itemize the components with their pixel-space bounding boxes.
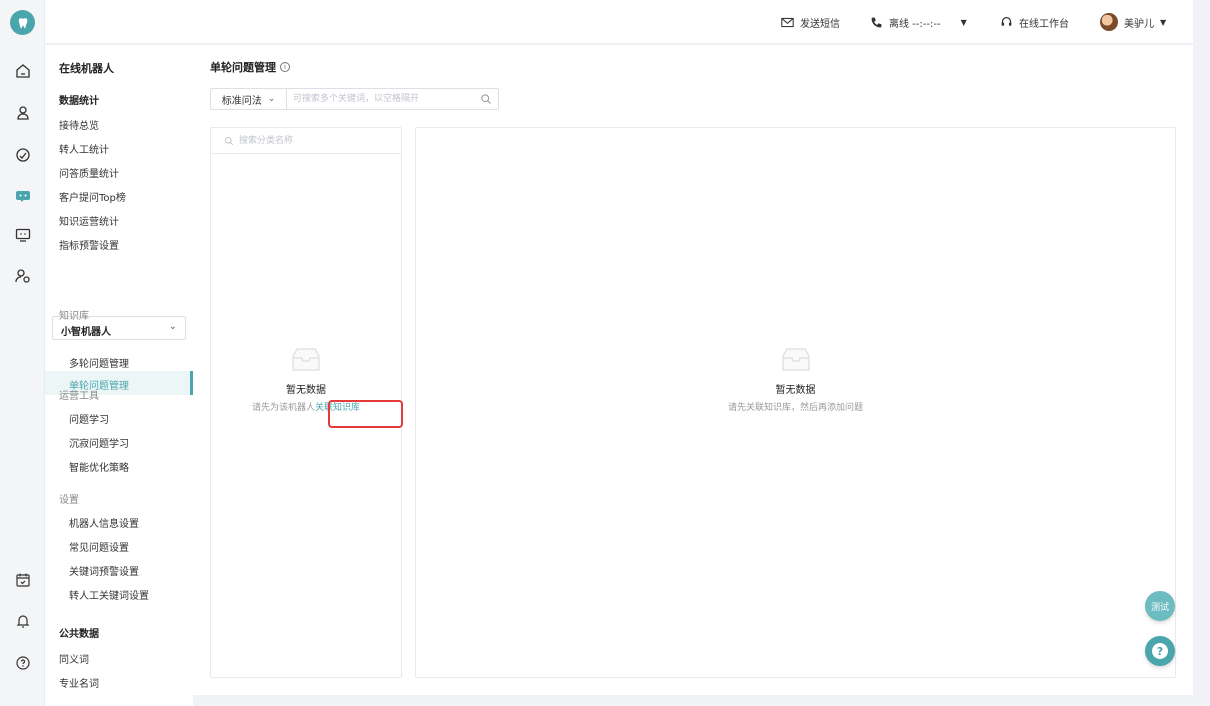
main-content: 单轮问题管理 i 标准问法 ⌄ 暂无数据 请先为该机器人关联知识库 暂无数据 请… (193, 45, 1193, 695)
test-label: 测试 (1150, 602, 1169, 613)
avatar (1100, 13, 1118, 31)
robot-select-value: 小智机器人 (61, 327, 111, 338)
sidebar-head-knowledge: 知识库 (59, 311, 89, 322)
help-button[interactable]: ? (1145, 636, 1175, 666)
logo-icon[interactable] (10, 10, 35, 35)
mail-icon (781, 17, 794, 27)
empty-title: 暂无数据 (286, 385, 326, 396)
sidebar: 在线机器人 数据统计 接待总览 转人工统计 问答质量统计 客户提问Top榜 知识… (45, 45, 193, 706)
top-bar: 发送短信 离线 --:--:-- ▼ 在线工作台 美驴儿 ▼ (45, 0, 1193, 44)
empty-inbox-icon (781, 348, 810, 371)
help-circle-icon[interactable] (12, 652, 33, 673)
sidebar-head-ops: 运营工具 (59, 391, 99, 402)
empty-inbox-icon (292, 348, 320, 371)
user-menu[interactable]: 美驴儿 ▼ (1100, 0, 1166, 44)
user-settings-icon[interactable] (12, 265, 33, 286)
empty-title: 暂无数据 (775, 385, 816, 396)
chevron-down-icon: ⌄ (267, 94, 276, 104)
question-filter: 标准问法 ⌄ (210, 88, 499, 110)
sidebar-item-alert-settings[interactable]: 指标预警设置 (59, 237, 119, 252)
sidebar-item-dormant-learning[interactable]: 沉寂问题学习 (69, 435, 129, 450)
send-sms-button[interactable]: 发送短信 (781, 0, 840, 44)
sidebar-section-stats: 数据统计 (59, 96, 99, 107)
sidebar-item-multi-turn[interactable]: 多轮问题管理 (69, 355, 129, 370)
query-type-value: 标准问法 (221, 95, 262, 107)
monitor-icon[interactable] (12, 224, 33, 245)
phone-icon (871, 17, 882, 27)
caret-down-icon: ▼ (960, 17, 967, 27)
customer-icon[interactable] (12, 102, 33, 123)
query-type-select[interactable]: 标准问法 ⌄ (211, 89, 287, 109)
question-search-input[interactable] (293, 92, 473, 106)
sidebar-item-transfer-keywords[interactable]: 转人工关键词设置 (69, 587, 149, 602)
search-icon[interactable] (480, 93, 492, 105)
page-title: 单轮问题管理 i (210, 59, 290, 75)
sidebar-section-public: 公共数据 (59, 629, 99, 640)
bell-icon[interactable] (12, 610, 33, 631)
sidebar-item-faq[interactable]: 常见问题设置 (69, 539, 129, 554)
sidebar-item-synonyms[interactable]: 同义词 (59, 651, 89, 666)
sidebar-item-keyword-alert[interactable]: 关键词预警设置 (69, 563, 139, 578)
sidebar-item-optimization[interactable]: 智能优化策略 (69, 459, 129, 474)
sidebar-item-qa-quality[interactable]: 问答质量统计 (59, 165, 119, 180)
category-search-input[interactable] (239, 134, 389, 148)
sidebar-head-settings: 设置 (59, 495, 79, 506)
chevron-down-icon: ⌄ (168, 321, 177, 332)
test-button[interactable]: 测试 (1145, 591, 1175, 621)
search-icon (225, 137, 234, 146)
send-sms-label: 发送短信 (800, 18, 840, 30)
status-dropdown[interactable]: 离线 --:--:-- ▼ (870, 0, 967, 44)
dashboard-icon[interactable] (12, 144, 33, 165)
question-icon: ? (1152, 643, 1168, 659)
category-search (211, 128, 401, 154)
question-list-panel: 暂无数据 请先关联知识库，然后再添加问题 (415, 127, 1176, 678)
right-gutter (1193, 0, 1210, 706)
workbench-button[interactable]: 在线工作台 (1000, 0, 1069, 44)
sidebar-item-top-questions[interactable]: 客户提问Top榜 (59, 189, 126, 204)
sidebar-item-robot-info[interactable]: 机器人信息设置 (69, 515, 139, 530)
empty-desc-text: 请先为该机器人 (251, 403, 315, 413)
sidebar-item-knowledge-ops[interactable]: 知识运营统计 (59, 213, 119, 228)
robot-icon[interactable] (12, 185, 33, 206)
sidebar-title: 在线机器人 (59, 62, 114, 75)
category-panel: 暂无数据 请先为该机器人关联知识库 (210, 127, 403, 678)
caret-down-icon: ▼ (1160, 17, 1167, 27)
workbench-label: 在线工作台 (1019, 18, 1069, 30)
sidebar-item-question-learning[interactable]: 问题学习 (69, 411, 109, 426)
icon-rail (0, 0, 45, 706)
status-label: 离线 --:--:-- (889, 18, 941, 30)
calendar-icon[interactable] (12, 569, 33, 590)
sidebar-item-terms[interactable]: 专业名词 (59, 675, 99, 690)
home-icon[interactable] (12, 60, 33, 81)
info-icon[interactable]: i (280, 62, 290, 72)
sidebar-item-transfer-stats[interactable]: 转人工统计 (59, 141, 109, 156)
user-name: 美驴儿 (1124, 18, 1154, 30)
question-empty-state: 暂无数据 请先关联知识库，然后再添加问题 (416, 346, 1175, 413)
empty-desc: 请先关联知识库，然后再添加问题 (727, 403, 863, 413)
highlight-annotation (328, 400, 403, 428)
sidebar-item-overview[interactable]: 接待总览 (59, 117, 99, 132)
headset-icon (1001, 16, 1012, 26)
page-title-text: 单轮问题管理 (210, 61, 276, 74)
